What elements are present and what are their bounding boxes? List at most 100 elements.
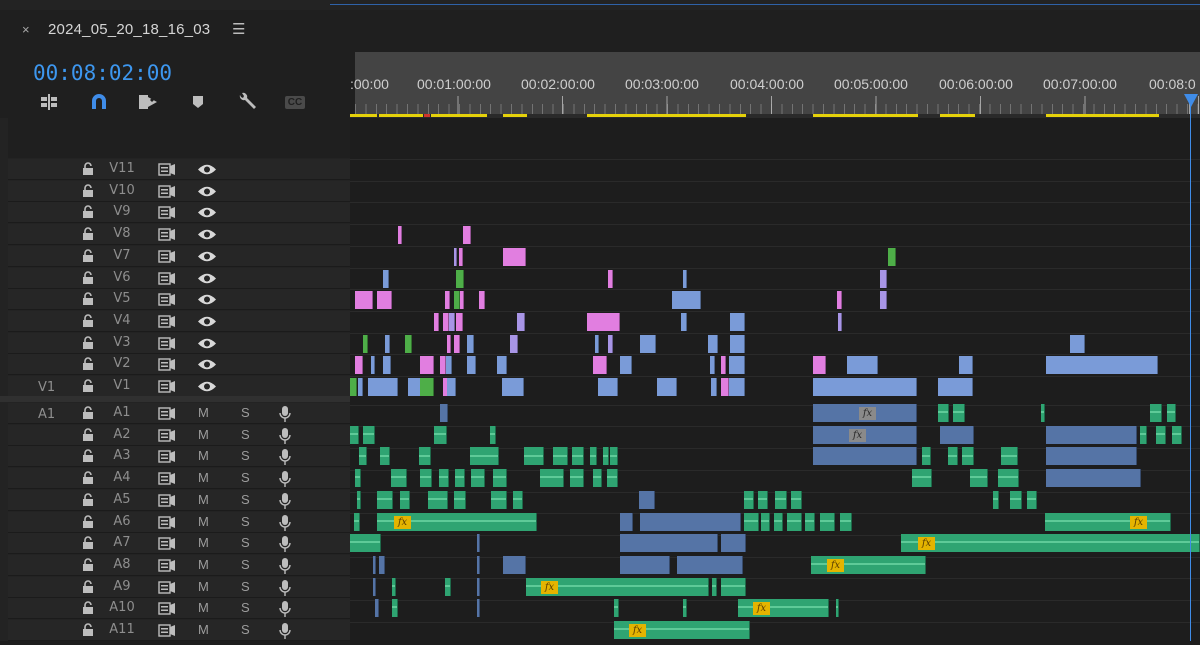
- eye-icon[interactable]: [197, 185, 217, 203]
- video-clip[interactable]: [880, 291, 887, 310]
- track-label[interactable]: V11: [108, 161, 136, 176]
- audio-clip[interactable]: [354, 512, 360, 531]
- sync-lock-icon[interactable]: [158, 537, 176, 555]
- audio-clip[interactable]: [970, 469, 988, 488]
- track-label[interactable]: A10: [108, 600, 136, 615]
- audio-clip[interactable]: [1046, 447, 1137, 466]
- video-clip[interactable]: [420, 378, 434, 396]
- audio-clip[interactable]: [607, 469, 618, 488]
- video-clip[interactable]: [729, 378, 745, 396]
- close-sequence-tab-button[interactable]: ×: [22, 22, 30, 37]
- audio-clip[interactable]: [570, 469, 584, 488]
- audio-clip[interactable]: [477, 555, 480, 574]
- mute-track-button[interactable]: M: [198, 492, 209, 507]
- snap-magnet-icon[interactable]: [86, 91, 112, 113]
- video-clip[interactable]: [459, 247, 463, 266]
- audio-track-header[interactable]: A2 M S: [8, 424, 350, 447]
- video-clip[interactable]: [593, 356, 607, 375]
- lock-icon[interactable]: [82, 357, 94, 376]
- audio-clip[interactable]: [912, 469, 932, 488]
- solo-track-button[interactable]: S: [241, 579, 250, 594]
- audio-clip[interactable]: [350, 425, 359, 444]
- audio-clip[interactable]: [373, 555, 376, 574]
- video-clip[interactable]: [434, 312, 439, 331]
- video-clip[interactable]: [363, 334, 368, 353]
- video-clip[interactable]: [358, 378, 363, 396]
- track-label[interactable]: A3: [108, 448, 136, 463]
- audio-clip[interactable]: [1150, 404, 1162, 422]
- audio-clip[interactable]: [420, 469, 432, 488]
- audio-clip[interactable]: [610, 447, 618, 466]
- audio-clip[interactable]: [590, 447, 597, 466]
- video-clip[interactable]: [467, 356, 476, 375]
- track-label[interactable]: A4: [108, 470, 136, 485]
- audio-clip[interactable]: [1027, 490, 1037, 509]
- video-track-header[interactable]: V10: [8, 180, 350, 203]
- sync-lock-icon[interactable]: [158, 293, 176, 311]
- lock-icon[interactable]: [82, 427, 94, 447]
- audio-clip[interactable]: [503, 555, 526, 574]
- video-clip[interactable]: [454, 247, 457, 266]
- linked-selection-icon[interactable]: [135, 91, 161, 113]
- video-clip[interactable]: [463, 226, 471, 245]
- video-clip[interactable]: [447, 378, 456, 396]
- video-clip[interactable]: [405, 334, 412, 353]
- video-clip[interactable]: [938, 378, 973, 396]
- video-clip[interactable]: [729, 356, 745, 375]
- video-track-header[interactable]: V6: [8, 267, 350, 290]
- video-clip[interactable]: [595, 334, 599, 353]
- lock-icon[interactable]: [82, 227, 94, 246]
- video-clip[interactable]: [657, 378, 677, 396]
- audio-clip[interactable]: [379, 555, 385, 574]
- audio-clip[interactable]: [787, 512, 802, 531]
- sync-lock-icon[interactable]: [158, 559, 176, 577]
- audio-clip[interactable]: [455, 469, 465, 488]
- audio-track-header[interactable]: A7 M S: [8, 533, 350, 555]
- track-label[interactable]: A7: [108, 535, 136, 550]
- audio-clip[interactable]: [805, 512, 815, 531]
- timeline-settings-wrench-icon[interactable]: [234, 91, 260, 113]
- audio-clip[interactable]: [357, 490, 361, 509]
- audio-clip[interactable]: [620, 555, 670, 574]
- video-clip[interactable]: [587, 312, 620, 331]
- eye-icon[interactable]: [197, 358, 217, 376]
- eye-icon[interactable]: [197, 337, 217, 355]
- sync-lock-icon[interactable]: [158, 358, 176, 376]
- audio-clip[interactable]: [553, 447, 568, 466]
- lock-icon[interactable]: [82, 449, 94, 468]
- audio-clip[interactable]: [445, 577, 451, 596]
- track-label[interactable]: A6: [108, 514, 136, 529]
- track-label[interactable]: A5: [108, 492, 136, 507]
- audio-clip[interactable]: [640, 512, 741, 531]
- video-clip[interactable]: [598, 378, 618, 396]
- audio-clip[interactable]: [993, 490, 999, 509]
- eye-icon[interactable]: [197, 293, 217, 311]
- audio-clip[interactable]: [350, 534, 381, 553]
- audio-clip[interactable]: [948, 447, 958, 466]
- audio-clip[interactable]: [440, 404, 448, 422]
- video-clip[interactable]: [640, 334, 656, 353]
- audio-clip[interactable]: [683, 599, 687, 618]
- lock-icon[interactable]: [82, 601, 94, 620]
- lock-icon[interactable]: [82, 536, 94, 555]
- lock-icon[interactable]: [82, 270, 94, 290]
- audio-track-header[interactable]: A11 M S: [8, 620, 350, 641]
- solo-track-button[interactable]: S: [241, 514, 250, 529]
- audio-clip[interactable]: [761, 512, 770, 531]
- video-clip[interactable]: [456, 312, 463, 331]
- video-clip[interactable]: [355, 356, 363, 375]
- eye-icon[interactable]: [197, 163, 217, 181]
- track-label[interactable]: V6: [108, 270, 136, 285]
- audio-clip[interactable]: [1156, 425, 1166, 444]
- audio-clip[interactable]: [477, 577, 480, 596]
- video-clip[interactable]: [721, 378, 729, 396]
- track-label[interactable]: A1: [108, 405, 136, 420]
- video-clip[interactable]: [385, 334, 390, 353]
- track-label[interactable]: V3: [108, 335, 136, 350]
- video-clip[interactable]: [838, 312, 842, 331]
- audio-track-header[interactable]: A1 M S: [8, 403, 350, 424]
- video-clip[interactable]: [383, 356, 391, 375]
- eye-icon[interactable]: [197, 272, 217, 290]
- sync-lock-icon[interactable]: [158, 163, 176, 181]
- video-clip[interactable]: [368, 378, 398, 396]
